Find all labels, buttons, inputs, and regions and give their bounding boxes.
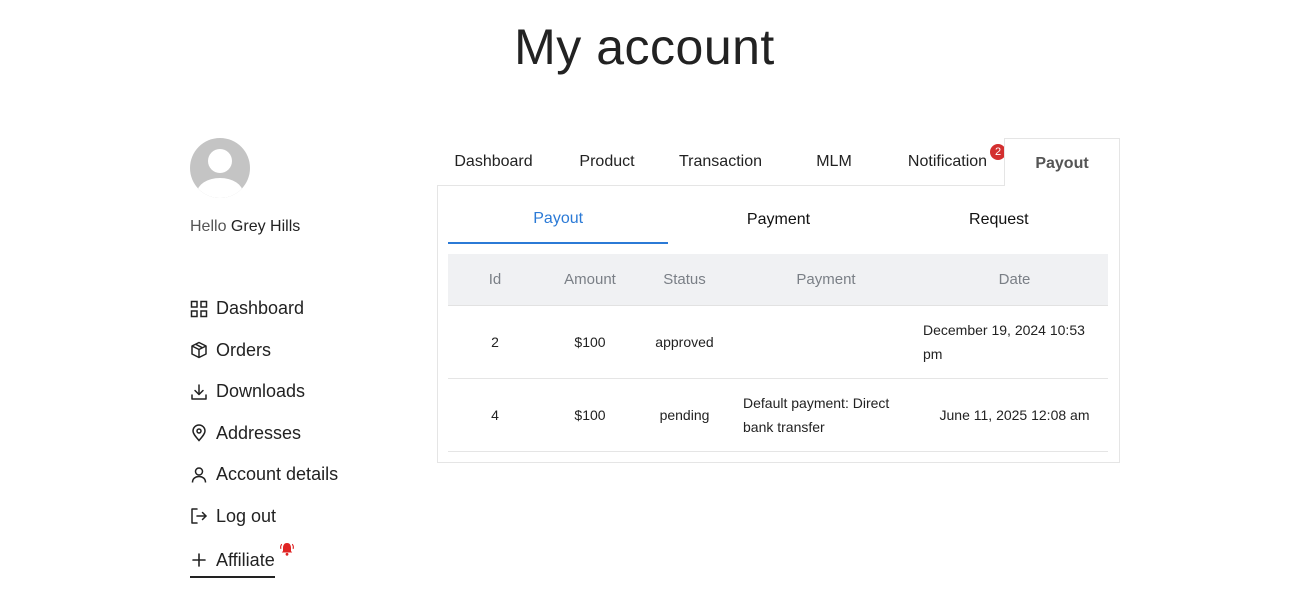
cell-amount: $100 [574, 407, 606, 423]
download-icon [190, 383, 208, 401]
tab-transaction[interactable]: Transaction [664, 138, 777, 186]
column-header-status: Status [663, 271, 706, 288]
user-icon [190, 466, 208, 484]
nav-item-label: Orders [216, 339, 272, 360]
cell-id: 2 [491, 334, 499, 350]
cell-date: December 19, 2024 10:53 pm [923, 322, 1085, 362]
dashboard-grid-icon [190, 300, 208, 318]
nav-item-orders[interactable]: Orders [190, 330, 338, 372]
account-content: Dashboard Product Transaction MLM Notifi… [437, 138, 1120, 463]
subtab-payment[interactable]: Payment [668, 196, 888, 244]
subtab-payout[interactable]: Payout [448, 196, 669, 244]
tab-notification[interactable]: Notification 2 [891, 138, 1006, 186]
tab-product[interactable]: Product [550, 138, 664, 186]
nav-item-label: Account details [216, 464, 339, 485]
cell-status: pending [659, 407, 710, 423]
greeting: Hello Grey Hills [190, 218, 390, 236]
tab-payout[interactable]: Payout [1004, 138, 1120, 186]
nav-item-dashboard[interactable]: Dashboard [190, 288, 338, 330]
avatar [190, 138, 250, 198]
payout-panel: Payout Payment Request Id Amount Status … [437, 186, 1120, 463]
tab-dashboard[interactable]: Dashboard [437, 138, 550, 186]
nav-item-affiliate[interactable]: Affiliate [190, 543, 294, 578]
account-sidebar: Hello Grey Hills Dashboard Orders Downlo… [190, 138, 390, 578]
nav-item-label: Log out [216, 505, 277, 526]
cell-amount: $100 [574, 334, 606, 350]
main-tabs: Dashboard Product Transaction MLM Notifi… [437, 138, 1120, 186]
nav-item-label: Addresses [216, 422, 302, 443]
subtab-request[interactable]: Request [889, 196, 1109, 244]
logout-icon [190, 507, 208, 525]
nav-item-log-out[interactable]: Log out [190, 496, 338, 538]
table-header: Id Amount Status Payment Date [448, 254, 1108, 306]
tab-notification-label: Notification [907, 152, 988, 170]
column-header-id: Id [488, 271, 502, 288]
cell-date: June 11, 2025 12:08 am [939, 407, 1090, 423]
map-pin-icon [190, 424, 208, 442]
username: Grey Hills [230, 218, 301, 235]
nav-item-account-details[interactable]: Account details [190, 454, 338, 496]
page-title: My account [514, 19, 775, 75]
cell-id: 4 [491, 407, 499, 423]
nav-item-downloads[interactable]: Downloads [190, 371, 338, 413]
table-row: 2 $100 approved December 19, 2024 10:53 … [448, 306, 1108, 379]
nav-item-label: Affiliate [216, 549, 275, 570]
greeting-text: Hello [190, 218, 227, 235]
payout-subtabs: Payout Payment Request [448, 196, 1109, 244]
account-navigation: Dashboard Orders Downloads Addresses Acc… [190, 288, 338, 578]
box-icon [190, 341, 208, 359]
tab-mlm[interactable]: MLM [777, 138, 891, 186]
table-row: 4 $100 pending Default payment: Direct b… [448, 379, 1108, 452]
plus-icon [190, 551, 208, 569]
cell-payment: Default payment: Direct bank transfer [743, 395, 890, 435]
column-header-payment: Payment [796, 271, 856, 288]
nav-item-addresses[interactable]: Addresses [190, 413, 338, 455]
column-header-date: Date [998, 271, 1031, 288]
bell-icon [279, 541, 295, 557]
nav-item-label: Dashboard [216, 298, 305, 319]
column-header-amount: Amount [564, 271, 616, 288]
payout-table: Id Amount Status Payment Date 2 $100 app… [448, 254, 1108, 452]
nav-item-label: Downloads [216, 381, 306, 402]
cell-status: approved [655, 334, 714, 350]
